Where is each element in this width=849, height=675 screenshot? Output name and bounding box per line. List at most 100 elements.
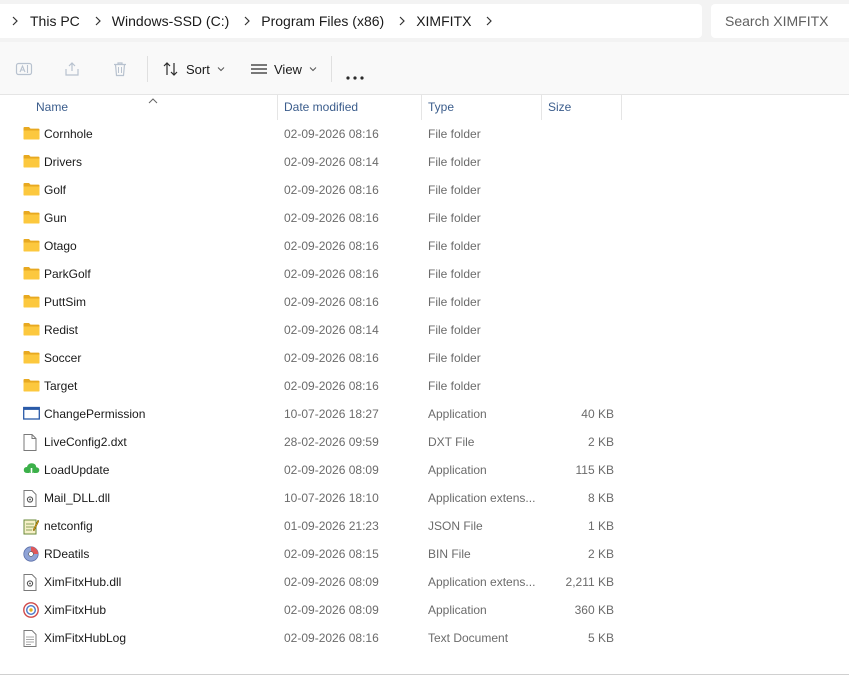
file-date-modified: 01-09-2026 21:23	[284, 519, 379, 533]
column-header-date[interactable]: Date modified	[284, 94, 358, 120]
file-type: File folder	[428, 351, 481, 365]
file-name: XimFitxHub.dll	[44, 575, 122, 589]
column-header-type[interactable]: Type	[428, 94, 454, 120]
folder-icon	[23, 322, 40, 338]
file-size: 360 KB	[574, 603, 614, 617]
breadcrumb-ximfitx[interactable]: XIMFITX	[416, 13, 475, 29]
dll-file-icon	[23, 574, 40, 591]
file-date-modified: 02-09-2026 08:16	[284, 351, 379, 365]
file-name: netconfig	[44, 519, 93, 533]
file-row[interactable]: PuttSim 02-09-2026 08:16 File folder	[0, 288, 849, 316]
file-name: ChangePermission	[44, 407, 146, 421]
file-type: DXT File	[428, 435, 475, 449]
file-row[interactable]: XimFitxHub.dll 02-09-2026 08:09 Applicatio…	[0, 568, 849, 596]
file-date-modified: 02-09-2026 08:16	[284, 183, 379, 197]
chevron-right-icon[interactable]	[84, 16, 112, 26]
text-document-icon	[23, 630, 40, 647]
file-row[interactable]: RDeatils 02-09-2026 08:15 BIN File 2 KB	[0, 540, 849, 568]
file-name: PuttSim	[44, 295, 87, 309]
file-date-modified: 02-09-2026 08:15	[284, 547, 379, 561]
column-header-name[interactable]: Name	[36, 94, 68, 120]
column-divider[interactable]	[621, 94, 622, 120]
toolbar-divider	[147, 56, 148, 82]
file-type: Text Document	[428, 631, 509, 645]
column-divider[interactable]	[421, 94, 422, 120]
chevron-down-icon	[217, 66, 225, 72]
file-name: Otago	[44, 239, 77, 253]
breadcrumb-program-files[interactable]: Program Files (x86)	[261, 13, 388, 29]
sort-ascending-icon	[147, 92, 159, 110]
file-name: LoadUpdate	[44, 463, 110, 477]
chevron-right-icon[interactable]	[475, 16, 503, 26]
file-row[interactable]: Mail_DLL.dll 10-07-2026 18:10 Application …	[0, 484, 849, 512]
file-row[interactable]: XimFitxHub 02-09-2026 08:09 Application 360…	[0, 596, 849, 624]
file-type: File folder	[428, 183, 481, 197]
file-type: Application	[428, 603, 487, 617]
file-row[interactable]: Gun 02-09-2026 08:16 File folder	[0, 204, 849, 232]
file-name: XimFitxHub	[44, 603, 107, 617]
file-row[interactable]: Target 02-09-2026 08:16 File folder	[0, 372, 849, 400]
file-row[interactable]: LiveConfig2.dxt 28-02-2026 09:59 DXT File 2…	[0, 428, 849, 456]
file-date-modified: 10-07-2026 18:27	[284, 407, 379, 421]
file-row[interactable]: Drivers 02-09-2026 08:14 File folder	[0, 148, 849, 176]
file-size: 1 KB	[587, 519, 614, 533]
chevron-right-icon[interactable]	[388, 16, 416, 26]
file-size: 5 KB	[587, 631, 614, 645]
folder-icon	[23, 350, 40, 366]
more-options-icon[interactable]	[345, 68, 365, 80]
file-row[interactable]: Soccer 02-09-2026 08:16 File folder	[0, 344, 849, 372]
notepad-icon	[23, 518, 40, 535]
view-button[interactable]: View	[250, 58, 317, 80]
file-row[interactable]: Golf 02-09-2026 08:16 File folder	[0, 176, 849, 204]
file-name: ParkGolf	[44, 267, 91, 281]
search-input[interactable]: Search XIMFITX	[711, 4, 849, 38]
folder-icon	[23, 210, 40, 226]
sort-icon	[162, 61, 180, 77]
file-size: 115 KB	[575, 463, 614, 477]
file-row[interactable]: ParkGolf 02-09-2026 08:16 File folder	[0, 260, 849, 288]
file-name: LiveConfig2.dxt	[44, 435, 127, 449]
breadcrumb-this-pc[interactable]: This PC	[30, 13, 84, 29]
file-date-modified: 02-09-2026 08:09	[284, 603, 379, 617]
file-size: 2 KB	[587, 547, 614, 561]
disc-icon	[23, 546, 40, 562]
chevron-down-icon	[309, 66, 317, 72]
file-name: Target	[44, 379, 78, 393]
file-row[interactable]: LoadUpdate 02-09-2026 08:09 Application 115…	[0, 456, 849, 484]
folder-icon	[23, 378, 40, 394]
chevron-right-icon[interactable]	[0, 16, 30, 26]
file-type: File folder	[428, 155, 481, 169]
file-row[interactable]: netconfig 01-09-2026 21:23 JSON File 1 KB	[0, 512, 849, 540]
file-row[interactable]: Cornhole 02-09-2026 08:16 File folder	[0, 120, 849, 148]
sort-label: Sort	[186, 61, 210, 77]
file-date-modified: 02-09-2026 08:09	[284, 575, 379, 589]
file-row[interactable]: Otago 02-09-2026 08:16 File folder	[0, 232, 849, 260]
file-date-modified: 02-09-2026 08:16	[284, 239, 379, 253]
file-type: File folder	[428, 379, 481, 393]
file-type: File folder	[428, 267, 481, 281]
column-header-size[interactable]: Size	[548, 94, 571, 120]
rename-icon[interactable]	[15, 60, 33, 78]
chevron-right-icon[interactable]	[233, 16, 261, 26]
file-size: 2 KB	[587, 435, 614, 449]
folder-icon	[23, 126, 40, 142]
cloud-download-icon	[23, 462, 40, 478]
delete-icon[interactable]	[111, 60, 129, 78]
file-type: JSON File	[428, 519, 483, 533]
file-row[interactable]: XimFitxHubLog 02-09-2026 08:16 Text Docume…	[0, 624, 849, 652]
file-type: File folder	[428, 323, 481, 337]
toolbar-divider	[331, 56, 332, 82]
file-name: Redist	[44, 323, 79, 337]
file-name: Cornhole	[44, 127, 93, 141]
file-row[interactable]: ChangePermission 10-07-2026 18:27 Applicat…	[0, 400, 849, 428]
file-size: 8 KB	[587, 491, 614, 505]
column-divider[interactable]	[541, 94, 542, 120]
file-type: File folder	[428, 295, 481, 309]
file-row[interactable]: Redist 02-09-2026 08:14 File folder	[0, 316, 849, 344]
share-icon[interactable]	[63, 60, 81, 78]
column-divider[interactable]	[277, 94, 278, 120]
sort-button[interactable]: Sort	[162, 58, 225, 80]
view-label: View	[274, 61, 302, 77]
breadcrumb-drive[interactable]: Windows-SSD (C:)	[112, 13, 233, 29]
folder-icon	[23, 294, 40, 310]
